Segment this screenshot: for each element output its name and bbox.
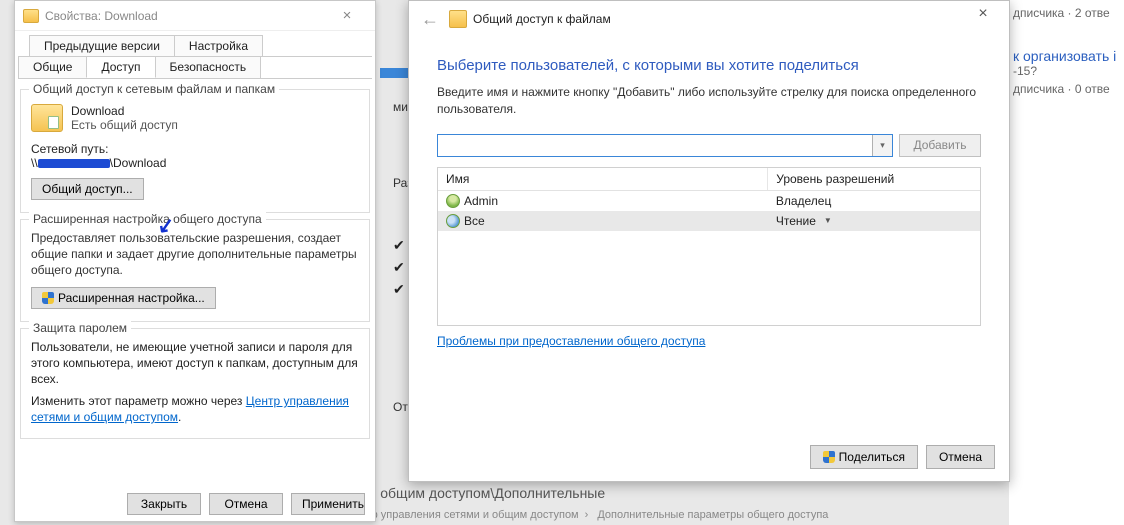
pwd-desc2: Изменить этот параметр можно через Центр… xyxy=(31,393,359,425)
user-icon xyxy=(446,194,460,208)
window-title: Свойства: Download xyxy=(45,9,158,23)
group-password-protect: Защита паролем xyxy=(29,321,131,335)
share-heading: Выберите пользователей, с которыми вы хо… xyxy=(437,57,981,74)
chevron-down-icon[interactable]: ▼ xyxy=(824,216,832,225)
user-table: Имя Уровень разрешений Admin Владелец Все Ч… xyxy=(437,167,981,326)
user-combobox[interactable]: ▾ xyxy=(437,134,893,157)
chevron-down-icon[interactable]: ▾ xyxy=(872,135,892,156)
tab-general[interactable]: Общие xyxy=(18,56,87,78)
group-advanced-sharing: Расширенная настройка общего доступа xyxy=(29,212,266,226)
col-name[interactable]: Имя xyxy=(438,168,768,190)
folder-large-icon xyxy=(31,104,63,132)
adv-desc: Предоставляет пользовательские разрешени… xyxy=(31,230,359,279)
table-row[interactable]: Admin Владелец xyxy=(438,191,980,211)
share-dialog: × ← Общий доступ к файлам Выберите польз… xyxy=(408,0,1010,482)
pwd-desc1: Пользователи, не имеющие учетной записи … xyxy=(31,339,359,388)
cancel-button[interactable]: Отмена xyxy=(209,493,283,515)
row-level: Чтение xyxy=(776,214,816,228)
folder-icon xyxy=(23,9,39,23)
tab-sharing[interactable]: Доступ xyxy=(86,56,155,78)
share-subtext: Введите имя и нажмите кнопку "Добавить" … xyxy=(437,84,981,118)
apply-button[interactable]: Применить xyxy=(291,493,365,515)
row-name: Admin xyxy=(464,194,498,208)
advanced-sharing-button[interactable]: Расширенная настройка... xyxy=(31,287,216,309)
tab-security[interactable]: Безопасность xyxy=(155,56,262,78)
users-icon xyxy=(446,214,460,228)
tab-previous-versions[interactable]: Предыдущие версии xyxy=(29,35,175,56)
row-name: Все xyxy=(464,214,485,228)
shield-icon xyxy=(823,451,835,463)
group-network-sharing: Общий доступ к сетевым файлам и папкам xyxy=(29,82,279,96)
row-level: Владелец xyxy=(776,194,832,208)
properties-window: Свойства: Download × Предыдущие версии Н… xyxy=(14,0,376,522)
bg-subs: дписчика · 2 отве xyxy=(1009,6,1124,20)
table-row[interactable]: Все Чтение ▼ xyxy=(438,211,980,231)
folder-name: Download xyxy=(71,104,178,118)
close-button[interactable]: Закрыть xyxy=(127,493,201,515)
close-icon[interactable]: × xyxy=(327,7,367,24)
netpath-value: \\\Download xyxy=(31,156,359,170)
user-input[interactable] xyxy=(438,135,872,156)
close-icon[interactable]: × xyxy=(963,5,1003,23)
share-submit-button[interactable]: Поделиться xyxy=(810,445,918,469)
add-button[interactable]: Добавить xyxy=(899,134,981,157)
col-level[interactable]: Уровень разрешений xyxy=(768,168,980,190)
share-crumb: Общий доступ к файлам xyxy=(473,12,611,26)
share-button[interactable]: Общий доступ... xyxy=(31,178,144,200)
cancel-button[interactable]: Отмена xyxy=(926,445,995,469)
shield-icon xyxy=(42,292,54,304)
bg-subs2: дписчика · 0 отве xyxy=(1009,82,1124,96)
shared-status: Есть общий доступ xyxy=(71,118,178,132)
share-folder-icon xyxy=(449,10,467,28)
back-icon[interactable]: ← xyxy=(417,9,443,30)
bg-question: к организовать і xyxy=(1009,48,1124,64)
tab-customize[interactable]: Настройка xyxy=(174,35,263,56)
bg-q2: -15? xyxy=(1009,64,1124,78)
netpath-label: Сетевой путь: xyxy=(31,142,359,156)
problems-link[interactable]: Проблемы при предоставлении общего досту… xyxy=(437,334,705,348)
